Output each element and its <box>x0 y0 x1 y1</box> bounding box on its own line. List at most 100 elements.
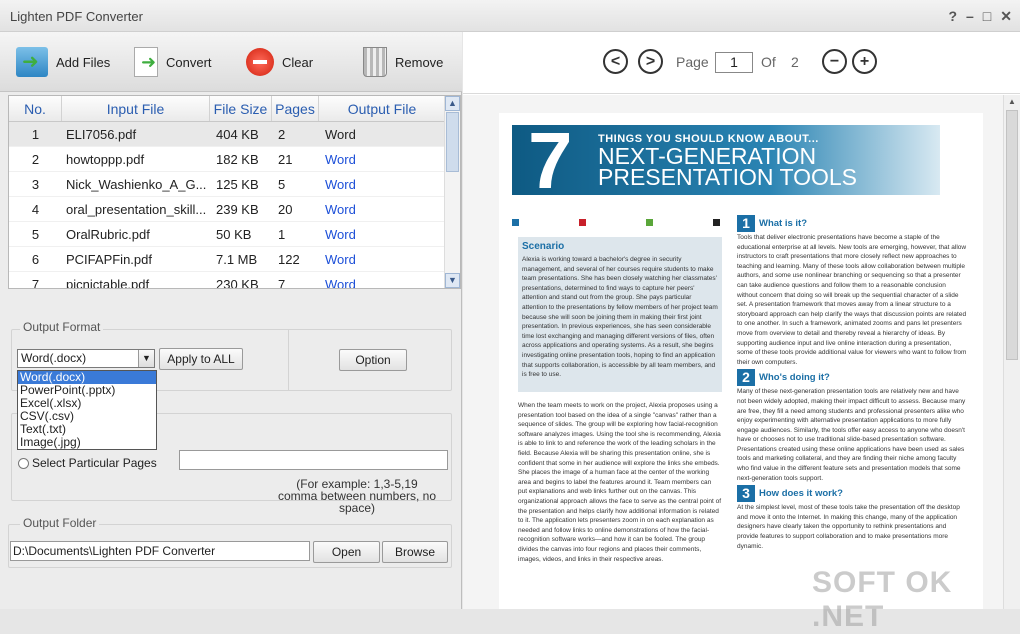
col-no-header[interactable]: No. <box>9 96 62 121</box>
row-pages: 20 <box>278 202 293 217</box>
document-scrollbar[interactable]: ▲ <box>1003 95 1020 609</box>
format-select-value: Word(.docx) <box>21 351 87 365</box>
total-pages: 2 <box>791 54 799 70</box>
scroll-down-icon[interactable]: ▼ <box>445 273 460 288</box>
table-row[interactable]: 5 OralRubric.pdf 50 KB 1 Word <box>9 222 460 247</box>
row-number: 6 <box>31 252 40 267</box>
document-view: 7 THINGS YOU SHOULD KNOW ABOUT... NEXT-G… <box>463 95 1003 609</box>
row-output-file[interactable]: Word <box>319 272 446 288</box>
table-row[interactable]: 1 ELI7056.pdf 404 KB 2 Word <box>9 122 460 147</box>
row-number: 4 <box>31 202 40 217</box>
table-row[interactable]: 7 picnictable.pdf 230 KB 7 Word <box>9 272 460 289</box>
window-title: Lighten PDF Converter <box>10 9 143 24</box>
next-page-icon[interactable]: > <box>638 49 663 74</box>
format-option[interactable]: Image(.jpg) <box>18 436 156 449</box>
color-square <box>713 219 720 226</box>
row-input-file: OralRubric.pdf <box>66 227 150 242</box>
panel-divider <box>288 330 289 390</box>
zoom-out-icon[interactable]: − <box>822 49 847 74</box>
scroll-up-icon[interactable]: ▲ <box>445 96 460 111</box>
section3-heading: 3 How does it work? <box>737 485 967 503</box>
color-square <box>646 219 653 226</box>
clear-button[interactable]: Clear <box>246 46 313 78</box>
row-pages: 2 <box>278 127 286 142</box>
file-grid: No. Input File File Size Pages Output Fi… <box>8 95 461 289</box>
col-input-header[interactable]: Input File <box>62 96 210 121</box>
radio-icon[interactable] <box>18 457 29 469</box>
row-input-file: PCIFAPFin.pdf <box>66 252 152 267</box>
row-input-file: ELI7056.pdf <box>66 127 137 142</box>
row-input-file: picnictable.pdf <box>66 277 150 289</box>
row-number: 7 <box>31 277 40 289</box>
grid-body: 1 ELI7056.pdf 404 KB 2 Word 2 howtoppp.pdf 182 … <box>9 122 460 289</box>
row-file-size: 404 KB <box>216 127 259 142</box>
document-scroll-thumb[interactable] <box>1006 110 1018 360</box>
section1-title: What is it? <box>759 218 808 229</box>
output-folder-input[interactable]: D:\Documents\Lighten PDF Converter <box>10 541 310 561</box>
format-select[interactable]: Word(.docx) ▼ <box>17 349 155 368</box>
row-pages: 7 <box>278 277 286 289</box>
document-banner: 7 THINGS YOU SHOULD KNOW ABOUT... NEXT-G… <box>512 121 940 201</box>
row-pages: 122 <box>278 252 300 267</box>
table-row[interactable]: 2 howtoppp.pdf 182 KB 21 Word <box>9 147 460 172</box>
trash-icon <box>363 47 387 77</box>
banner-number: 7 <box>528 116 573 205</box>
add-files-label: Add Files <box>56 54 111 70</box>
scroll-thumb[interactable] <box>446 112 459 172</box>
maximize-icon[interactable]: □ <box>983 7 991 25</box>
body-left: When the team meets to work on the proje… <box>518 401 722 609</box>
table-row[interactable]: 4 oral_presentation_skill... 239 KB 20 Word <box>9 197 460 222</box>
row-output-file[interactable]: Word <box>319 122 446 146</box>
add-files-button[interactable]: Add Files <box>16 46 110 78</box>
row-file-size: 125 KB <box>216 177 259 192</box>
row-file-size: 182 KB <box>216 152 259 167</box>
row-output-file[interactable]: Word <box>319 147 446 171</box>
zoom-in-icon[interactable]: + <box>852 49 877 74</box>
table-row[interactable]: 3 Nick_Washienko_A_G... 125 KB 5 Word <box>9 172 460 197</box>
previous-page-icon[interactable]: < <box>603 49 628 74</box>
chevron-down-icon[interactable]: ▼ <box>138 350 154 367</box>
window-controls: ? – □ ✕ <box>948 7 1012 25</box>
particular-pages-radio[interactable]: Select Particular Pages <box>18 456 157 470</box>
row-output-file[interactable]: Word <box>319 197 446 221</box>
particular-pages-label: Select Particular Pages <box>32 456 157 470</box>
row-number: 2 <box>31 152 40 167</box>
row-input-file: oral_presentation_skill... <box>66 202 207 217</box>
scenario-title: Scenario <box>522 241 565 252</box>
body-right: 1 What is it? Tools that deliver electron… <box>737 213 967 609</box>
row-output-file[interactable]: Word <box>319 222 446 246</box>
row-output-file[interactable]: Word <box>319 172 446 196</box>
scenario-box: Scenario Alexia is working toward a bach… <box>518 237 722 392</box>
col-output-header[interactable]: Output File <box>319 96 446 121</box>
section2-text: Many of these next-generation presentati… <box>737 388 966 482</box>
row-file-size: 7.1 MB <box>216 252 258 267</box>
scroll-up-icon[interactable]: ▲ <box>1004 95 1020 109</box>
document-page: 7 THINGS YOU SHOULD KNOW ABOUT... NEXT-G… <box>499 113 983 609</box>
close-icon[interactable]: ✕ <box>1000 7 1012 25</box>
help-icon[interactable]: ? <box>948 7 957 25</box>
title-bar: Lighten PDF Converter ? – □ ✕ <box>0 0 1020 32</box>
row-input-file: Nick_Washienko_A_G... <box>66 177 207 192</box>
section2-heading: 2 Who's doing it? <box>737 369 967 387</box>
col-size-header[interactable]: File Size <box>210 96 272 121</box>
format-dropdown-list: Word(.docx) PowerPoint(.pptx) Excel(.xls… <box>17 370 157 450</box>
minimize-icon[interactable]: – <box>966 7 974 25</box>
watermark: SOFT OK .NET <box>812 566 953 633</box>
browse-button[interactable]: Browse <box>382 541 448 563</box>
page-label: Page <box>676 54 709 70</box>
grid-scrollbar[interactable]: ▲ ▼ <box>444 96 460 288</box>
banner-line3: PRESENTATION TOOLS <box>598 164 858 190</box>
open-button[interactable]: Open <box>313 541 380 563</box>
page-number-input[interactable]: 1 <box>715 52 753 73</box>
row-number: 5 <box>31 227 40 242</box>
row-output-file[interactable]: Word <box>319 247 446 271</box>
section1-text: Tools that deliver electronic presentati… <box>737 234 967 366</box>
pages-input[interactable] <box>179 450 448 470</box>
grid-header: No. Input File File Size Pages Output Fi… <box>9 96 460 122</box>
apply-to-all-button[interactable]: Apply to ALL <box>159 348 243 370</box>
convert-button[interactable]: Convert <box>134 46 212 78</box>
option-button[interactable]: Option <box>339 349 407 371</box>
remove-button[interactable]: Remove <box>363 46 443 78</box>
table-row[interactable]: 6 PCIFAPFin.pdf 7.1 MB 122 Word <box>9 247 460 272</box>
col-pages-header[interactable]: Pages <box>272 96 319 121</box>
